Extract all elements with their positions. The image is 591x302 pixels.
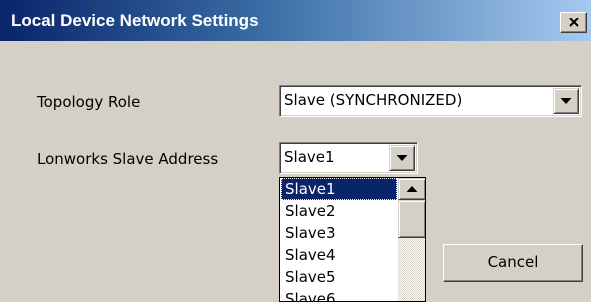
cancel-button[interactable]: Cancel <box>443 244 583 282</box>
lonworks-slave-address-select[interactable]: Slave1 <box>279 142 418 174</box>
dropdown-option-slave5[interactable]: Slave5 <box>281 266 397 288</box>
topology-role-label: Topology Role <box>37 93 141 111</box>
dropdown-scrollbar[interactable] <box>398 178 425 301</box>
dropdown-option-slave2[interactable]: Slave2 <box>281 200 397 222</box>
scroll-thumb[interactable] <box>398 200 425 238</box>
dropdown-option-slave1[interactable]: Slave1 <box>281 178 397 200</box>
close-x-icon <box>569 18 579 27</box>
dropdown-option-slave3[interactable]: Slave3 <box>281 222 397 244</box>
scroll-up-button[interactable] <box>398 178 425 200</box>
arrow-up-icon <box>406 186 418 192</box>
slave-address-dropdown-list[interactable]: Slave1 Slave2 Slave3 Slave4 Slave5 Slave… <box>279 177 426 302</box>
title-bar: Local Device Network Settings <box>0 0 591 41</box>
chevron-down-icon <box>396 155 408 161</box>
topology-role-dropdown-button[interactable] <box>553 88 579 114</box>
lonworks-slave-address-label: Lonworks Slave Address <box>37 150 219 168</box>
close-button[interactable] <box>560 12 587 33</box>
topology-role-select[interactable]: Slave (SYNCHRONIZED) <box>279 85 582 117</box>
dropdown-option-slave4[interactable]: Slave4 <box>281 244 397 266</box>
window-title: Local Device Network Settings <box>11 11 259 30</box>
chevron-down-icon <box>560 98 572 104</box>
topology-role-value: Slave (SYNCHRONIZED) <box>284 91 463 109</box>
dropdown-option-slave6[interactable]: Slave6 <box>281 288 397 301</box>
lonworks-slave-address-dropdown-button[interactable] <box>389 145 415 171</box>
lonworks-slave-address-value: Slave1 <box>284 148 335 166</box>
